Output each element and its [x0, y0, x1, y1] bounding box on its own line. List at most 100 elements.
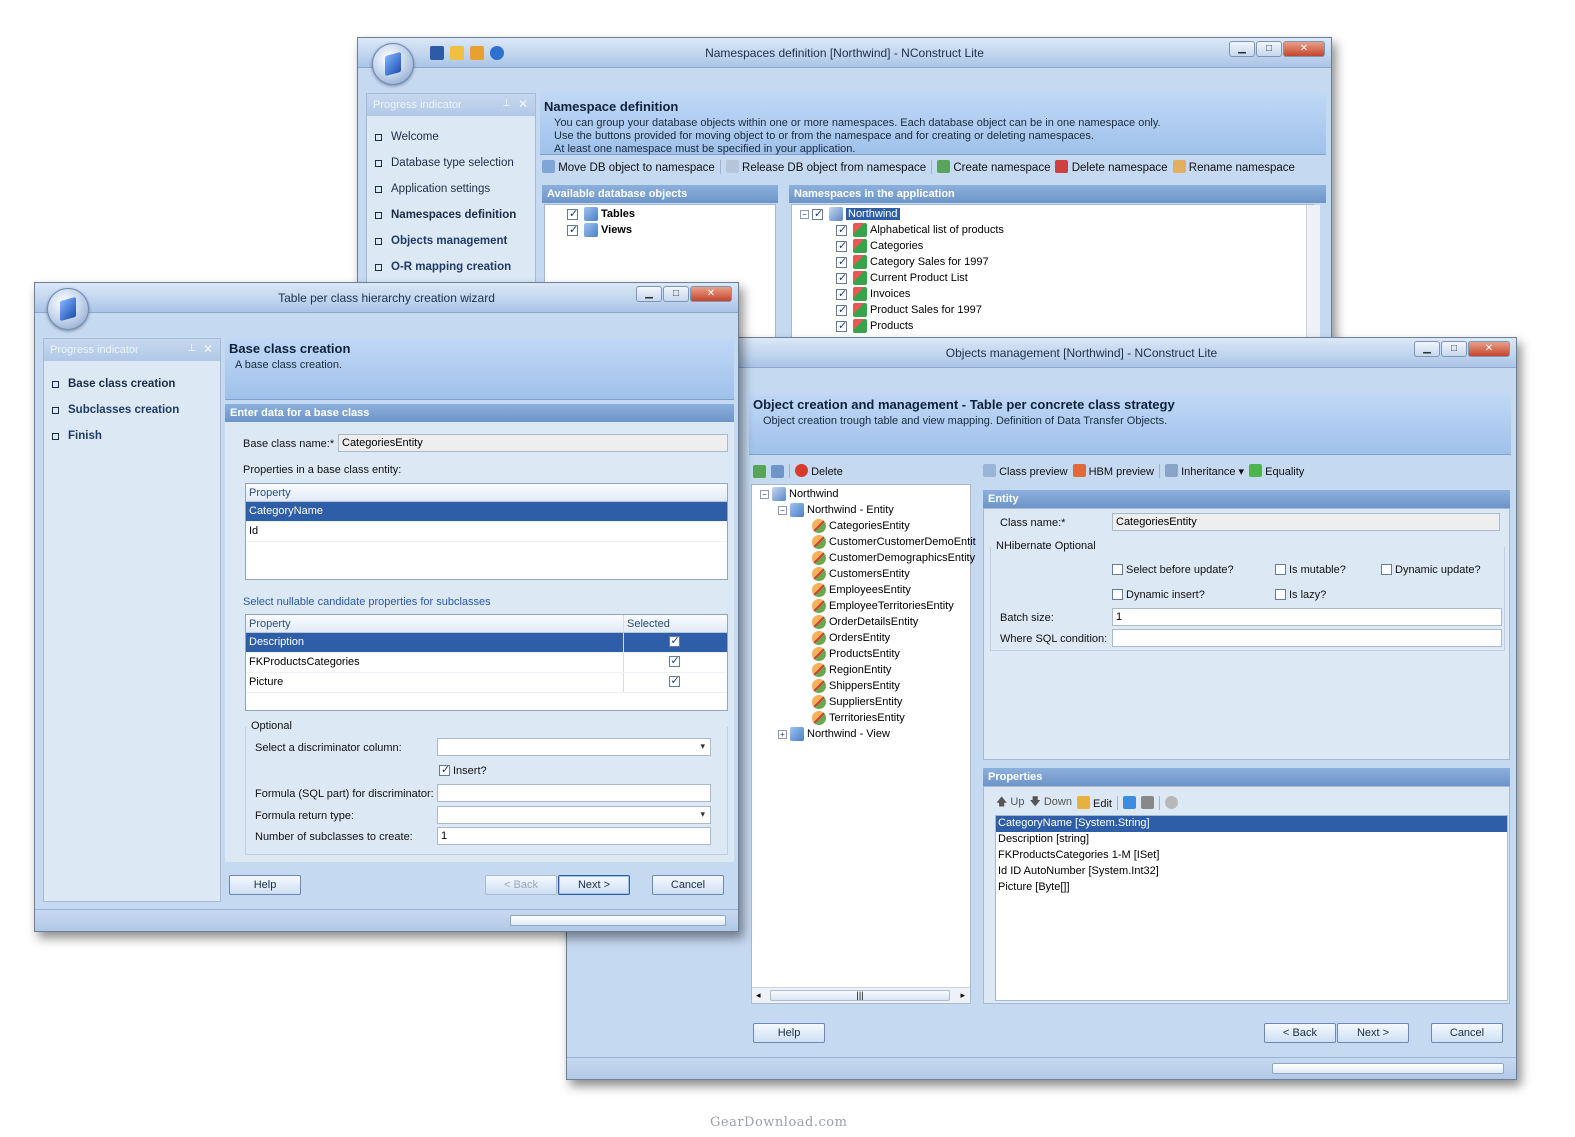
close-button[interactable]: ✕	[690, 286, 732, 302]
tree-item-entity[interactable]: EmployeeTerritoriesEntity	[812, 599, 954, 613]
close-panel-icon[interactable]: ✕	[203, 342, 213, 356]
tree-item-entity[interactable]: CustomerCustomerDemoEntit	[812, 535, 976, 549]
title-bar[interactable]: Namespaces definition [Northwind] - NCon…	[358, 38, 1331, 68]
table-row[interactable]: FKProductsCategories	[246, 653, 727, 673]
namespaces-scrollbar[interactable]	[1306, 205, 1320, 339]
tree-item-namespace-object[interactable]: Invoices	[836, 287, 910, 301]
remove-icon[interactable]	[1164, 796, 1178, 809]
property-column-header[interactable]: Property	[246, 615, 624, 632]
tree-item-entity[interactable]: RegionEntity	[812, 663, 891, 677]
tree-item-entity[interactable]: TerritoriesEntity	[812, 711, 905, 725]
tree-item-namespace-object[interactable]: Category Sales for 1997	[836, 255, 989, 269]
edit-property-button[interactable]: Edit	[1076, 795, 1112, 810]
inheritance-dropdown[interactable]: Inheritance ▾	[1165, 464, 1244, 478]
move-to-namespace-button[interactable]: Move DB object to namespace	[542, 160, 715, 174]
help-button[interactable]: Help	[753, 1023, 825, 1043]
tree-item-northwind[interactable]: −Northwind	[800, 207, 900, 221]
tree-item-entity[interactable]: EmployeesEntity	[812, 583, 911, 597]
app-orb-button[interactable]	[47, 288, 89, 330]
tree-item-entity[interactable]: CustomersEntity	[812, 567, 910, 581]
tree-item-entity[interactable]: OrderDetailsEntity	[812, 615, 918, 629]
close-button[interactable]: ✕	[1468, 341, 1510, 357]
add-dto-icon[interactable]	[771, 464, 784, 478]
tree-item-namespace-object[interactable]: Categories	[836, 239, 923, 253]
table-row[interactable]: CategoryName	[246, 502, 727, 522]
maximize-button[interactable]: □	[1256, 41, 1282, 57]
class-preview-button[interactable]: Class preview	[983, 464, 1068, 478]
property-column-header[interactable]: Property	[246, 484, 727, 501]
dynamic-insert-checkbox[interactable]: Dynamic insert?	[1112, 589, 1205, 601]
move-down-button[interactable]: 🡇 Down	[1029, 793, 1072, 812]
is-mutable-checkbox[interactable]: Is mutable?	[1275, 564, 1346, 576]
title-bar[interactable]: Table per class hierarchy creation wizar…	[35, 283, 738, 313]
insert-checkbox[interactable]: Insert?	[439, 763, 487, 777]
table-row[interactable]: Description	[246, 633, 727, 653]
property-list-item[interactable]: FKProductsCategories 1-M [ISet]	[996, 848, 1507, 864]
minimize-button[interactable]: ▁	[1229, 41, 1255, 57]
tree-item-entity[interactable]: ProductsEntity	[812, 647, 900, 661]
minimize-button[interactable]: ▁	[1414, 341, 1440, 357]
close-button[interactable]: ✕	[1283, 41, 1325, 57]
tree-item-northwind-entity[interactable]: − Northwind - Entity	[778, 503, 894, 517]
rename-namespace-button[interactable]: Rename namespace	[1172, 160, 1295, 174]
where-sql-input[interactable]	[1112, 629, 1502, 647]
property-list-item[interactable]: Picture [Byte[]]	[996, 880, 1507, 896]
pin-icon[interactable]: ⊥	[502, 98, 511, 109]
release-from-namespace-button[interactable]: Release DB object from namespace	[725, 160, 926, 174]
move-up-button[interactable]: 🡅 Up	[996, 793, 1024, 812]
selected-column-header[interactable]: Selected	[624, 615, 727, 632]
delete-namespace-button[interactable]: Delete namespace	[1055, 160, 1168, 174]
formula-return-type-select[interactable]	[437, 806, 711, 824]
tree-item-entity[interactable]: SuppliersEntity	[812, 695, 902, 709]
delete-object-button[interactable]: Delete	[795, 464, 843, 478]
calculator-icon[interactable]	[1140, 796, 1154, 809]
tree-item-northwind-view[interactable]: + Northwind - View	[778, 727, 890, 741]
base-class-name-input[interactable]: CategoriesEntity	[338, 434, 728, 452]
selected-checkbox[interactable]	[668, 654, 680, 667]
pin-icon[interactable]: ⊥	[187, 343, 196, 354]
tree-item-entity[interactable]: ShippersEntity	[812, 679, 900, 693]
hex-icon[interactable]	[1122, 796, 1136, 809]
tree-item-namespace-object[interactable]: Alphabetical list of products	[836, 223, 1004, 237]
add-entity-icon[interactable]	[753, 464, 766, 478]
tree-item-entity[interactable]: CustomerDemographicsEntity	[812, 551, 975, 565]
tree-item-entity[interactable]: CategoriesEntity	[812, 519, 910, 533]
is-lazy-checkbox[interactable]: Is lazy?	[1275, 589, 1326, 601]
tree-horizontal-scrollbar[interactable]: ◂ ||| ▸	[752, 987, 970, 1003]
property-list-item[interactable]: CategoryName [System.String]	[996, 816, 1507, 832]
hbm-preview-button[interactable]: HBM preview	[1072, 464, 1154, 478]
equality-button[interactable]: Equality	[1249, 464, 1304, 478]
subclass-count-input[interactable]: 1	[437, 827, 711, 845]
tree-item-namespace-object[interactable]: Products	[836, 319, 913, 333]
tree-item-namespace-object[interactable]: Current Product List	[836, 271, 968, 285]
next-button[interactable]: Next >	[1337, 1023, 1409, 1043]
table-row[interactable]: Picture	[246, 673, 727, 693]
formula-input[interactable]	[437, 784, 711, 802]
tree-item-entity[interactable]: OrdersEntity	[812, 631, 890, 645]
selected-checkbox[interactable]	[668, 634, 680, 647]
tree-item-northwind[interactable]: −Northwind	[760, 487, 839, 501]
cancel-button[interactable]: Cancel	[1431, 1023, 1503, 1043]
close-panel-icon[interactable]: ✕	[518, 97, 528, 111]
tree-item-namespace-object[interactable]: Product Sales for 1997	[836, 303, 982, 317]
tree-item-tables[interactable]: Tables	[567, 207, 635, 221]
select-before-update-checkbox[interactable]: Select before update?	[1112, 564, 1234, 576]
maximize-button[interactable]: □	[663, 286, 689, 302]
property-list-item[interactable]: Description [string]	[996, 832, 1507, 848]
cancel-button[interactable]: Cancel	[652, 875, 724, 895]
app-orb-button[interactable]	[372, 43, 414, 85]
class-name-input[interactable]: CategoriesEntity	[1112, 513, 1500, 531]
dynamic-update-checkbox[interactable]: Dynamic update?	[1381, 564, 1481, 576]
create-namespace-button[interactable]: Create namespace	[937, 160, 1050, 174]
batch-size-input[interactable]: 1	[1112, 608, 1502, 626]
help-button[interactable]: Help	[229, 875, 301, 895]
minimize-button[interactable]: ▁	[636, 286, 662, 302]
back-button[interactable]: < Back	[1264, 1023, 1336, 1043]
property-list-item[interactable]: Id ID AutoNumber [System.Int32]	[996, 864, 1507, 880]
maximize-button[interactable]: □	[1441, 341, 1467, 357]
table-row[interactable]: Id	[246, 522, 727, 542]
tree-item-views[interactable]: Views	[567, 223, 632, 237]
selected-checkbox[interactable]	[668, 674, 680, 687]
back-button[interactable]: < Back	[485, 875, 557, 895]
next-button[interactable]: Next >	[558, 875, 630, 895]
